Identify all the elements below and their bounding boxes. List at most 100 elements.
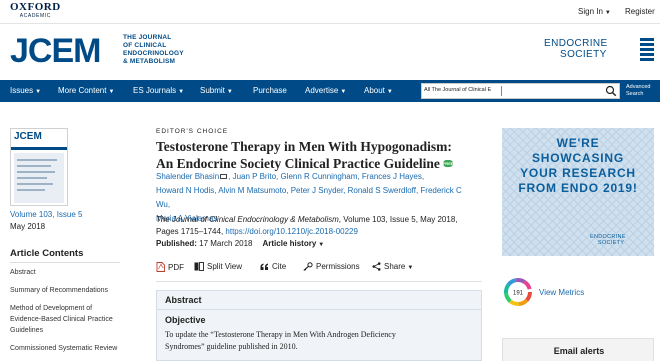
doi-link[interactable]: https://doi.org/10.1210/jc.2018-00229	[225, 227, 358, 236]
masthead: JCEM THE JOURNAL OF CLINICAL ENDOCRINOLO…	[0, 24, 660, 80]
cover-line	[17, 183, 53, 185]
article-history-label: Article history	[262, 239, 317, 248]
nav-label: Issues	[10, 86, 34, 95]
contents-item-abstract[interactable]: Abstract	[10, 267, 125, 278]
permissions-button[interactable]: Permissions	[303, 262, 360, 271]
search-scope-select[interactable]: All The Journal of Clinical E	[424, 87, 500, 93]
cover-line	[17, 171, 55, 173]
split-view-label: Split View	[207, 262, 242, 271]
chevron-down-icon: ▼	[386, 89, 393, 95]
pdf-label: PDF	[168, 263, 184, 272]
abstract-heading: Abstract	[165, 295, 202, 305]
journal-full-name: THE JOURNAL OF CLINICAL ENDOCRINOLOGY & …	[123, 34, 184, 66]
journal-name-line: OF CLINICAL	[123, 42, 167, 49]
cover-line	[17, 177, 47, 179]
article-title: Testosterone Therapy in Men With Hypogon…	[156, 138, 466, 172]
divider	[157, 309, 481, 310]
journal-logo[interactable]: JCEM	[10, 34, 101, 68]
journal-name-line: ENDOCRINOLOGY	[123, 50, 184, 57]
nav-es-journals[interactable]: ES Journals ▼	[133, 86, 184, 95]
journal-name-line: & METABOLISM	[123, 58, 176, 65]
ad-sponsor-line: SOCIETY	[598, 240, 625, 246]
pdf-icon	[156, 262, 165, 272]
ad-headline-line: SHOWCASING	[532, 151, 624, 165]
article-history-dropdown[interactable]: Article history ▼	[263, 239, 325, 248]
publisher-name: OXFORD	[10, 1, 61, 13]
author-link[interactable]: , Juan P Brito, Glenn R Cunningham, Fran…	[228, 172, 424, 181]
chevron-down-icon: ▼	[35, 89, 42, 95]
contents-item-systematic-review[interactable]: Commissioned Systematic Review	[10, 343, 125, 354]
email-icon[interactable]	[220, 174, 228, 179]
author-link[interactable]: Shalender Bhasin	[156, 172, 219, 181]
nav-label: Advertise	[305, 86, 339, 95]
main-nav: Issues ▼ More Content ▼ ES Journals ▼ Submi…	[0, 80, 660, 102]
volume-issue-link[interactable]: Volume 103, Issue 5	[10, 210, 83, 219]
abstract-text-line: To update the “Testosterone Therapy in M…	[165, 330, 396, 339]
nav-issues[interactable]: Issues ▼	[10, 86, 41, 95]
search-icon[interactable]	[605, 85, 617, 97]
split-view-icon	[194, 262, 204, 271]
nav-label: More Content	[58, 86, 107, 95]
cover-line	[17, 165, 51, 167]
divider	[156, 281, 482, 282]
share-button[interactable]: Share ▼	[372, 262, 413, 271]
advanced-search-line: Advanced	[626, 84, 651, 90]
split-view-button[interactable]: Split View	[194, 262, 242, 271]
share-icon	[372, 262, 381, 271]
society-name: ENDOCRINE SOCIETY	[544, 38, 608, 60]
nav-submit[interactable]: Submit ▼	[200, 86, 233, 95]
cite-label: Cite	[272, 262, 287, 271]
pdf-button[interactable]: PDF	[156, 262, 184, 272]
article-contents-heading: Article Contents	[10, 248, 84, 259]
ad-headline-line: FROM ENDO 2019!	[518, 181, 638, 195]
oxford-academic-logo[interactable]: OXFORD ACADEMIC	[10, 2, 61, 19]
cover-title: JCEM	[14, 131, 42, 142]
sign-in-button[interactable]: Sign In ▼	[578, 7, 611, 16]
share-label: Share	[384, 262, 406, 271]
cite-button[interactable]: Cite	[260, 262, 286, 271]
ad-headline-line: WE'RE	[556, 136, 600, 150]
author-line: Shalender Bhasin , Juan P Brito, Glenn R …	[156, 170, 476, 184]
register-link[interactable]: Register	[625, 7, 655, 16]
divider	[10, 262, 120, 263]
chevron-down-icon: ▼	[108, 89, 115, 95]
nav-about[interactable]: About ▼	[364, 86, 393, 95]
contents-item-summary[interactable]: Summary of Recommendations	[10, 285, 125, 296]
nav-label: Submit	[200, 86, 225, 95]
ad-headline: WE'RE SHOWCASING YOUR RESEARCH FROM ENDO…	[502, 136, 654, 196]
search-divider	[501, 86, 502, 96]
view-metrics-link[interactable]: View Metrics	[539, 288, 584, 297]
contents-item-method[interactable]: Method of Development of Evidence-Based …	[10, 303, 125, 336]
cover-line	[17, 159, 57, 161]
nav-advertise[interactable]: Advertise ▼	[305, 86, 346, 95]
article-title-text: Testosterone Therapy in Men With Hypogon…	[156, 139, 452, 171]
abstract-section: Abstract Objective To update the “Testos…	[156, 290, 482, 361]
key-icon	[303, 262, 313, 271]
endocrine-society-logo[interactable]: ENDOCRINE SOCIETY	[544, 38, 654, 61]
nav-purchase[interactable]: Purchase	[253, 86, 287, 95]
journal-name-line: THE JOURNAL	[123, 34, 172, 41]
abstract-text-line: Syndromes” guideline published in 2010.	[165, 342, 298, 351]
sign-in-label: Sign In	[578, 7, 603, 16]
chevron-down-icon: ▼	[407, 265, 414, 271]
published-date: 17 March 2018	[199, 239, 253, 248]
editors-choice-label: EDITOR'S CHOICE	[156, 128, 229, 135]
altmetric-badge[interactable]: 191	[504, 278, 532, 306]
nav-label: About	[364, 86, 385, 95]
chevron-down-icon: ▼	[226, 89, 233, 95]
advanced-search-line: Search	[626, 90, 644, 97]
journal-name: The Journal of Clinical Endocrinology & …	[156, 215, 339, 224]
issue-cover-image[interactable]: JCEM	[10, 128, 68, 206]
author-line[interactable]: Howard N Hodis, Alvin M Matsumoto, Peter…	[156, 184, 476, 212]
altmetric-score: 191	[513, 290, 524, 296]
search-input[interactable]	[504, 85, 604, 97]
ad-headline-line: YOUR RESEARCH	[520, 166, 636, 180]
nav-label: ES Journals	[133, 86, 177, 95]
chevron-down-icon: ▼	[318, 242, 325, 248]
email-alerts-panel: Email alerts	[502, 338, 654, 361]
article-toolbar: PDF Split View Cite Permissions Share ▼	[156, 262, 486, 276]
advertisement-banner[interactable]: WE'RE SHOWCASING YOUR RESEARCH FROM ENDO…	[502, 128, 654, 256]
nav-more-content[interactable]: More Content ▼	[58, 86, 114, 95]
advanced-search-link[interactable]: Advanced Search	[626, 84, 650, 97]
chevron-down-icon: ▼	[604, 10, 611, 16]
